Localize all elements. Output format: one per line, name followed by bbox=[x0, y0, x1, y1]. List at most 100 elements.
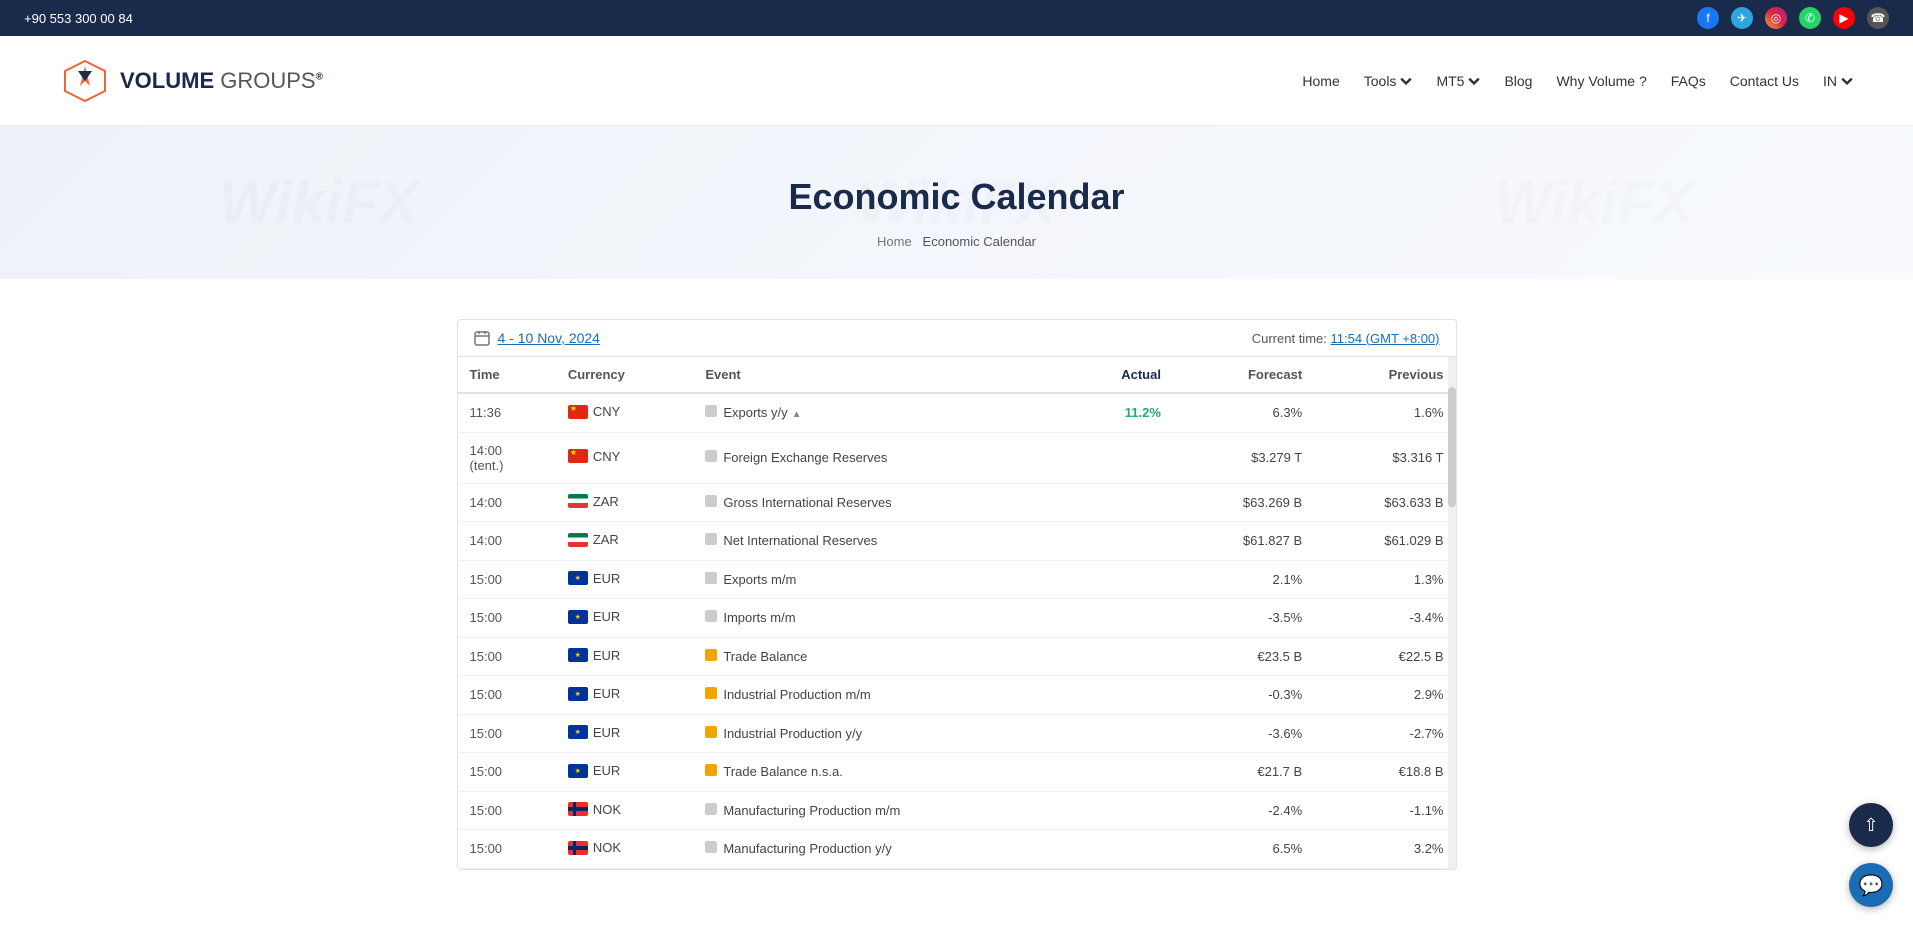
table-row[interactable]: 15:00NOKManufacturing Production y/y6.5%… bbox=[458, 830, 1456, 869]
top-bar: +90 553 300 00 84 f ✈ ◎ ✆ ▶ ☎ bbox=[0, 0, 1913, 36]
cell-previous: 3.2% bbox=[1314, 830, 1455, 869]
cny-flag-icon bbox=[568, 405, 588, 419]
table-header-row: Time Currency Event Actual Forecast Prev… bbox=[458, 357, 1456, 393]
cell-time: 15:00 bbox=[458, 637, 556, 676]
impact-indicator bbox=[705, 572, 717, 584]
phone-icon[interactable]: ☎ bbox=[1867, 7, 1889, 29]
col-time: Time bbox=[458, 357, 556, 393]
logo[interactable]: VOLUME GROUPS® bbox=[60, 56, 323, 106]
table-wrapper: Time Currency Event Actual Forecast Prev… bbox=[458, 357, 1456, 869]
cell-currency: EUR bbox=[556, 753, 694, 792]
table-row[interactable]: 14:00 (tent.)CNYForeign Exchange Reserve… bbox=[458, 432, 1456, 483]
cell-currency: EUR bbox=[556, 560, 694, 599]
cell-previous: -2.7% bbox=[1314, 714, 1455, 753]
cell-actual bbox=[1065, 753, 1173, 792]
calendar-icon bbox=[474, 330, 490, 346]
cell-event: Industrial Production m/m bbox=[693, 676, 1065, 715]
chat-button[interactable]: 💬 bbox=[1849, 863, 1893, 907]
cell-currency: EUR bbox=[556, 599, 694, 638]
cell-actual: 11.2% bbox=[1065, 393, 1173, 432]
nav-tools[interactable]: Tools bbox=[1364, 73, 1413, 89]
cell-currency: ZAR bbox=[556, 522, 694, 561]
economic-calendar-table: Time Currency Event Actual Forecast Prev… bbox=[458, 357, 1456, 869]
cell-previous: -1.1% bbox=[1314, 791, 1455, 830]
cell-forecast: -3.6% bbox=[1173, 714, 1314, 753]
cell-time: 15:00 bbox=[458, 560, 556, 599]
col-currency: Currency bbox=[556, 357, 694, 393]
cell-time: 14:00 bbox=[458, 483, 556, 522]
telegram-icon[interactable]: ✈ bbox=[1731, 7, 1753, 29]
cell-actual bbox=[1065, 522, 1173, 561]
cell-event: Exports y/y▲ bbox=[693, 393, 1065, 432]
impact-indicator bbox=[705, 764, 717, 776]
calendar-container: 4 - 10 Nov, 2024 Current time: 11:54 (GM… bbox=[437, 319, 1477, 870]
cell-actual bbox=[1065, 676, 1173, 715]
instagram-icon[interactable]: ◎ bbox=[1765, 7, 1787, 29]
cell-previous: $61.029 B bbox=[1314, 522, 1455, 561]
language-selector[interactable]: IN bbox=[1823, 73, 1853, 89]
zar-flag-icon bbox=[568, 494, 588, 508]
nav-mt5[interactable]: MT5 bbox=[1436, 73, 1480, 89]
nav-home[interactable]: Home bbox=[1302, 73, 1339, 89]
youtube-icon[interactable]: ▶ bbox=[1833, 7, 1855, 29]
cell-previous: $3.316 T bbox=[1314, 432, 1455, 483]
calendar-header: 4 - 10 Nov, 2024 Current time: 11:54 (GM… bbox=[458, 320, 1456, 357]
cell-time: 14:00 (tent.) bbox=[458, 432, 556, 483]
cell-time: 15:00 bbox=[458, 714, 556, 753]
table-row[interactable]: 15:00EURIndustrial Production y/y-3.6%-2… bbox=[458, 714, 1456, 753]
breadcrumb: Home Economic Calendar bbox=[20, 234, 1893, 249]
sort-arrow-icon: ▲ bbox=[792, 409, 802, 420]
calendar-widget: 4 - 10 Nov, 2024 Current time: 11:54 (GM… bbox=[457, 319, 1457, 870]
cell-forecast: 6.3% bbox=[1173, 393, 1314, 432]
eur-flag-icon bbox=[568, 725, 588, 739]
cell-previous: 2.9% bbox=[1314, 676, 1455, 715]
cell-event: Trade Balance bbox=[693, 637, 1065, 676]
cell-forecast: €23.5 B bbox=[1173, 637, 1314, 676]
phone-number[interactable]: +90 553 300 00 84 bbox=[24, 11, 133, 26]
eur-flag-icon bbox=[568, 610, 588, 624]
cell-time: 15:00 bbox=[458, 830, 556, 869]
main-nav: Home Tools MT5 Blog Why Volume ? FAQs Co… bbox=[1302, 73, 1853, 89]
cell-currency: EUR bbox=[556, 637, 694, 676]
table-row[interactable]: 14:00ZARGross International Reserves$63.… bbox=[458, 483, 1456, 522]
whatsapp-icon[interactable]: ✆ bbox=[1799, 7, 1821, 29]
cell-forecast: $61.827 B bbox=[1173, 522, 1314, 561]
impact-indicator bbox=[705, 405, 717, 417]
cell-event: Trade Balance n.s.a. bbox=[693, 753, 1065, 792]
date-range-link[interactable]: 4 - 10 Nov, 2024 bbox=[498, 330, 600, 346]
table-row[interactable]: 15:00EURImports m/m-3.5%-3.4% bbox=[458, 599, 1456, 638]
nav-why-volume[interactable]: Why Volume ? bbox=[1556, 73, 1646, 89]
col-previous: Previous bbox=[1314, 357, 1455, 393]
table-row[interactable]: 15:00EURTrade Balance n.s.a.€21.7 B€18.8… bbox=[458, 753, 1456, 792]
cell-time: 14:00 bbox=[458, 522, 556, 561]
nav-blog[interactable]: Blog bbox=[1504, 73, 1532, 89]
cell-time: 11:36 bbox=[458, 393, 556, 432]
cell-actual bbox=[1065, 637, 1173, 676]
social-icons: f ✈ ◎ ✆ ▶ ☎ bbox=[1697, 7, 1889, 29]
table-row[interactable]: 15:00EURTrade Balance€23.5 B€22.5 B bbox=[458, 637, 1456, 676]
breadcrumb-home[interactable]: Home bbox=[877, 234, 912, 249]
scrollbar-thumb[interactable] bbox=[1448, 387, 1456, 507]
scroll-to-top-button[interactable]: ⇧ bbox=[1849, 803, 1893, 847]
facebook-icon[interactable]: f bbox=[1697, 7, 1719, 29]
cell-forecast: $3.279 T bbox=[1173, 432, 1314, 483]
cell-previous: $63.633 B bbox=[1314, 483, 1455, 522]
nav-faqs[interactable]: FAQs bbox=[1671, 73, 1706, 89]
nav-contact-us[interactable]: Contact Us bbox=[1730, 73, 1799, 89]
cell-previous: €18.8 B bbox=[1314, 753, 1455, 792]
nok-flag-icon bbox=[568, 841, 588, 855]
table-row[interactable]: 11:36CNYExports y/y▲11.2%6.3%1.6% bbox=[458, 393, 1456, 432]
table-row[interactable]: 15:00EURIndustrial Production m/m-0.3%2.… bbox=[458, 676, 1456, 715]
logo-icon bbox=[60, 56, 110, 106]
page-hero: WikiFXWikiFXWikiFX Economic Calendar Hom… bbox=[0, 126, 1913, 279]
impact-indicator bbox=[705, 495, 717, 507]
eur-flag-icon bbox=[568, 687, 588, 701]
cell-actual bbox=[1065, 830, 1173, 869]
table-row[interactable]: 15:00EURExports m/m2.1%1.3% bbox=[458, 560, 1456, 599]
current-time-link[interactable]: 11:54 (GMT +8:00) bbox=[1331, 331, 1440, 346]
table-row[interactable]: 14:00ZARNet International Reserves$61.82… bbox=[458, 522, 1456, 561]
cell-previous: 1.3% bbox=[1314, 560, 1455, 599]
mt5-chevron-icon bbox=[1468, 75, 1480, 87]
table-row[interactable]: 15:00NOKManufacturing Production m/m-2.4… bbox=[458, 791, 1456, 830]
scrollbar[interactable] bbox=[1448, 357, 1456, 869]
